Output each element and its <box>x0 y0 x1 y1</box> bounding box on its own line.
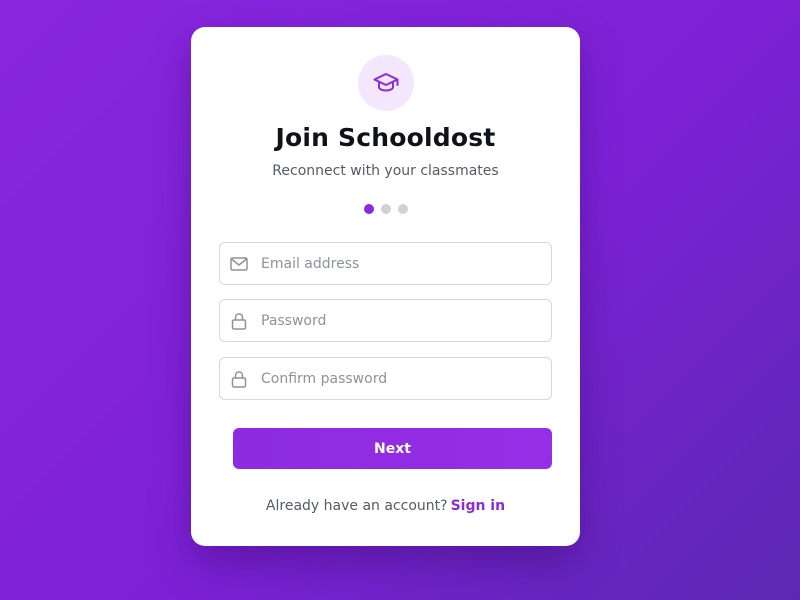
mail-icon <box>230 255 248 273</box>
step-dot-2 <box>380 204 391 214</box>
graduation-cap-icon <box>373 73 399 92</box>
signin-prompt-text: Already have an account? <box>265 498 448 514</box>
logo-badge <box>358 55 414 111</box>
confirm-password-field[interactable] <box>219 357 552 400</box>
step-dot-1 <box>363 204 374 214</box>
lock-icon <box>230 370 248 388</box>
next-button[interactable]: Next <box>233 428 552 469</box>
sign-in-link[interactable]: Sign in <box>451 498 506 514</box>
signup-card: Join Schooldost Reconnect with your clas… <box>191 27 580 546</box>
password-field[interactable] <box>219 299 552 342</box>
step-indicator <box>191 204 580 214</box>
page-title: Join Schooldost <box>275 123 496 152</box>
lock-icon <box>230 312 248 330</box>
confirm-password-input[interactable] <box>261 370 541 387</box>
email-input[interactable] <box>261 255 541 272</box>
signin-prompt: Already have an account? Sign in <box>191 498 580 514</box>
step-dot-3 <box>397 204 408 214</box>
page-subtitle: Reconnect with your classmates <box>272 163 499 179</box>
email-field[interactable] <box>219 242 552 285</box>
password-input[interactable] <box>261 312 541 329</box>
